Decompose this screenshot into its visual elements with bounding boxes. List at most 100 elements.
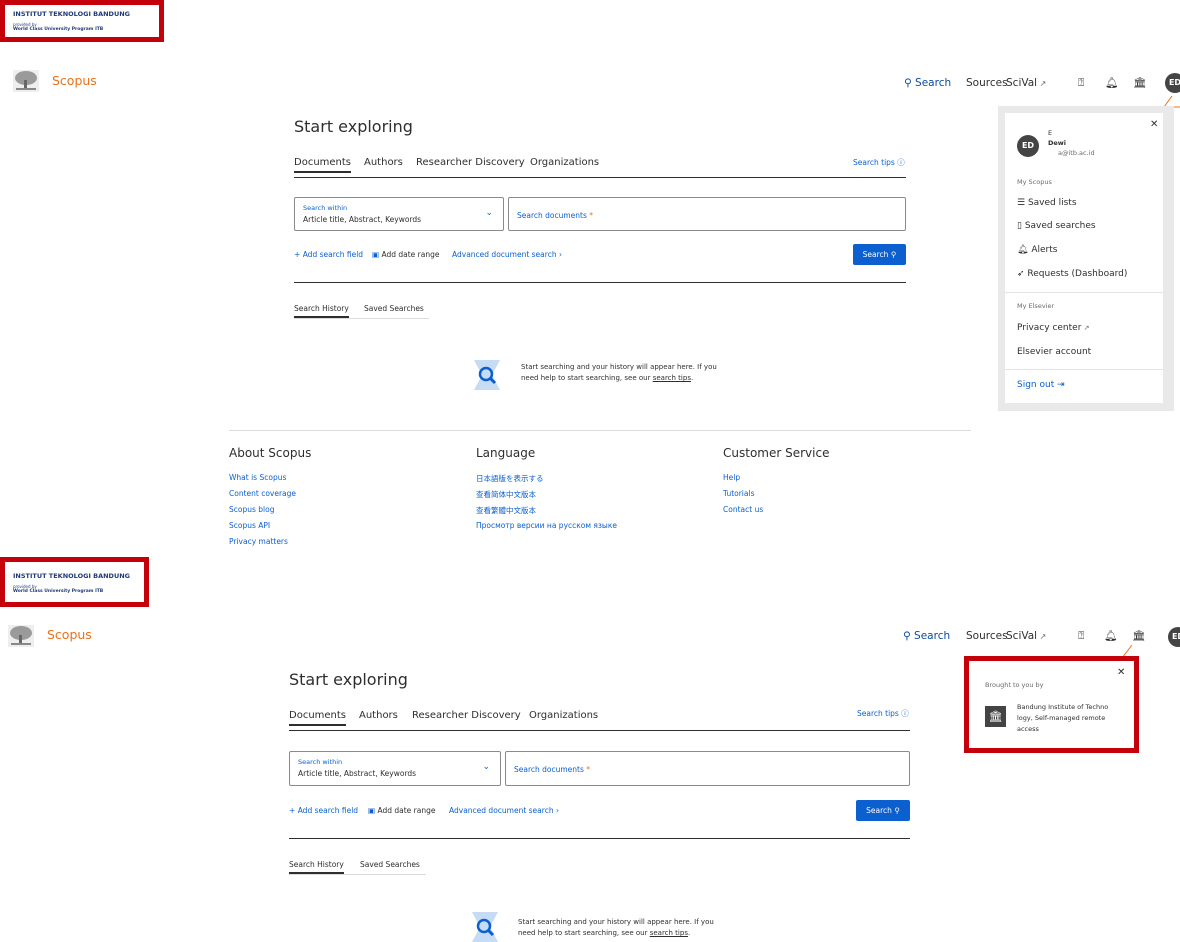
institution-access-text: Bandung Institute of Techno logy, Self-m…	[1017, 702, 1108, 735]
menu-alerts[interactable]: 🔔︎ Alerts	[1017, 245, 1057, 255]
external-link-icon: ↗	[1037, 632, 1047, 641]
footer-link-content-coverage[interactable]: Content coverage	[229, 489, 296, 498]
close-icon[interactable]: ✕	[1117, 667, 1125, 678]
user-menu-avatar: ED	[1017, 135, 1039, 157]
search-tips-inline-link[interactable]: search tips	[650, 929, 688, 937]
search-documents-input[interactable]: Search documents *	[508, 197, 906, 231]
alerts-label: Alerts	[1031, 245, 1058, 255]
nav-sources[interactable]: Sources	[966, 77, 1008, 89]
search-within-select[interactable]: Search within Article title, Abstract, K…	[294, 197, 504, 231]
help-circle-icon: ⓘ	[901, 709, 909, 718]
institution-line3: access	[1017, 725, 1039, 733]
tab-saved-searches[interactable]: Saved Searches	[360, 860, 420, 869]
search-placeholder: Search documents	[517, 211, 587, 220]
tab-search-history[interactable]: Search History	[294, 304, 349, 318]
nav-scival[interactable]: SciVal ↗	[1006, 77, 1046, 89]
nav-scival[interactable]: SciVal ↗	[1006, 630, 1046, 642]
tab-authors[interactable]: Authors	[359, 710, 398, 721]
my-scopus-heading: My Scopus	[1017, 178, 1052, 186]
search-icon: ⚲	[894, 806, 900, 815]
add-search-field-button[interactable]: + Add search field	[289, 806, 358, 815]
bookmark-icon: ▯	[1017, 221, 1022, 231]
search-icon: ⚲	[903, 630, 911, 642]
tab-researcher-discovery[interactable]: Researcher Discovery	[412, 710, 521, 721]
search-documents-input[interactable]: Search documents *	[505, 751, 910, 786]
scopus-brand[interactable]: Scopus	[52, 73, 97, 88]
help-circle-icon: ⓘ	[897, 158, 905, 167]
add-date-range-button[interactable]: ▣ Add date range	[372, 250, 440, 259]
list-icon: ☰	[1017, 198, 1026, 208]
menu-privacy-center[interactable]: Privacy center ↗	[1017, 323, 1090, 333]
tab-search-history[interactable]: Search History	[289, 860, 344, 874]
menu-requests[interactable]: ➶ Requests (Dashboard)	[1017, 269, 1127, 279]
tab-documents[interactable]: Documents	[294, 157, 352, 173]
institution-line2: logy, Self-managed remote	[1017, 714, 1106, 722]
menu-elsevier-account[interactable]: Elsevier account	[1017, 347, 1091, 357]
scopus-brand[interactable]: Scopus	[47, 627, 92, 642]
saved-searches-label: Saved searches	[1024, 221, 1096, 231]
program-name: World Class University Program ITB	[13, 27, 104, 32]
advanced-search-link[interactable]: Advanced document search ›	[449, 806, 559, 815]
footer-link-traditional-chinese[interactable]: 查看繁體中文版本	[476, 505, 536, 516]
user-menu-panel: ✕ ED E Dewi a@itb.ac.id My Scopus ☰ Save…	[1005, 113, 1163, 403]
sign-out-label: Sign out	[1017, 380, 1055, 390]
institution-icon[interactable]: 🏛︎	[1133, 76, 1146, 89]
elsevier-tree-logo[interactable]	[8, 625, 34, 647]
bell-icon[interactable]: 🔔︎	[1104, 629, 1117, 642]
close-icon[interactable]: ✕	[1150, 119, 1158, 130]
search-placeholder: Search documents	[514, 765, 584, 774]
nav-search[interactable]: ⚲ Search	[903, 630, 950, 642]
plus-icon: +	[294, 250, 301, 259]
footer-link-tutorials[interactable]: Tutorials	[723, 489, 754, 498]
tab-saved-searches[interactable]: Saved Searches	[364, 304, 424, 313]
footer-link-help[interactable]: Help	[723, 473, 740, 482]
user-avatar[interactable]: ED	[1168, 627, 1180, 647]
add-search-field-button[interactable]: + Add search field	[294, 250, 363, 259]
nav-sources[interactable]: Sources	[966, 630, 1008, 642]
empty-text-end: .	[690, 374, 694, 382]
institution-banner-top: INSTITUT TEKNOLOGI BANDUNG provided by W…	[0, 0, 164, 42]
institution-icon[interactable]: 🏛︎	[1132, 629, 1145, 642]
footer-divider	[229, 430, 971, 431]
tab-documents[interactable]: Documents	[289, 710, 347, 726]
footer-link-japanese[interactable]: 日本語版を表示する	[476, 473, 544, 484]
nav-search[interactable]: ⚲ Search	[904, 77, 951, 89]
elsevier-tree-logo[interactable]	[13, 70, 39, 92]
privacy-center-label: Privacy center	[1017, 323, 1082, 333]
institution-line1: Bandung Institute of Techno	[1017, 703, 1109, 711]
user-first-name: E	[1048, 129, 1053, 137]
add-date-range-button[interactable]: ▣ Add date range	[368, 806, 436, 815]
menu-saved-searches[interactable]: ▯ Saved searches	[1017, 221, 1096, 231]
search-tips-link[interactable]: Search tips ⓘ	[857, 708, 909, 719]
external-link-icon: ↗	[1037, 79, 1047, 88]
sign-out-icon: ⇥	[1057, 380, 1065, 390]
advanced-search-link[interactable]: Advanced document search ›	[452, 250, 562, 259]
footer-link-simplified-chinese[interactable]: 查看简体中文版本	[476, 489, 536, 500]
help-icon[interactable]: ⍰	[1078, 77, 1084, 90]
tab-researcher-discovery[interactable]: Researcher Discovery	[416, 157, 525, 168]
user-avatar[interactable]: ED	[1165, 73, 1180, 93]
search-button[interactable]: Search ⚲	[856, 800, 910, 821]
footer-link-contact-us[interactable]: Contact us	[723, 505, 763, 514]
search-tips-link[interactable]: Search tips ⓘ	[853, 157, 905, 168]
menu-saved-lists[interactable]: ☰ Saved lists	[1017, 198, 1077, 208]
footer-link-scopus-api[interactable]: Scopus API	[229, 521, 270, 530]
page-title: Start exploring	[294, 117, 413, 136]
institution-name: INSTITUT TEKNOLOGI BANDUNG	[13, 572, 131, 580]
tab-organizations[interactable]: Organizations	[529, 710, 598, 721]
tab-organizations[interactable]: Organizations	[530, 157, 599, 168]
help-icon[interactable]: ⍰	[1078, 630, 1084, 643]
footer-link-privacy-matters[interactable]: Privacy matters	[229, 537, 288, 546]
footer-link-scopus-blog[interactable]: Scopus blog	[229, 505, 274, 514]
footer-link-russian[interactable]: Просмотр версии на русском языке	[476, 521, 617, 530]
nav-search-label: Search	[914, 630, 951, 642]
bell-icon[interactable]: 🔔︎	[1105, 76, 1118, 89]
tab-authors[interactable]: Authors	[364, 157, 403, 168]
search-button[interactable]: Search ⚲	[853, 244, 906, 265]
search-button-label: Search	[862, 250, 889, 259]
search-tips-inline-link[interactable]: search tips	[653, 374, 691, 382]
menu-sign-out[interactable]: Sign out ⇥	[1017, 380, 1065, 390]
institution-name: INSTITUT TEKNOLOGI BANDUNG	[13, 10, 131, 18]
search-within-select[interactable]: Search within Article title, Abstract, K…	[289, 751, 501, 786]
footer-link-what-is-scopus[interactable]: What is Scopus	[229, 473, 286, 482]
